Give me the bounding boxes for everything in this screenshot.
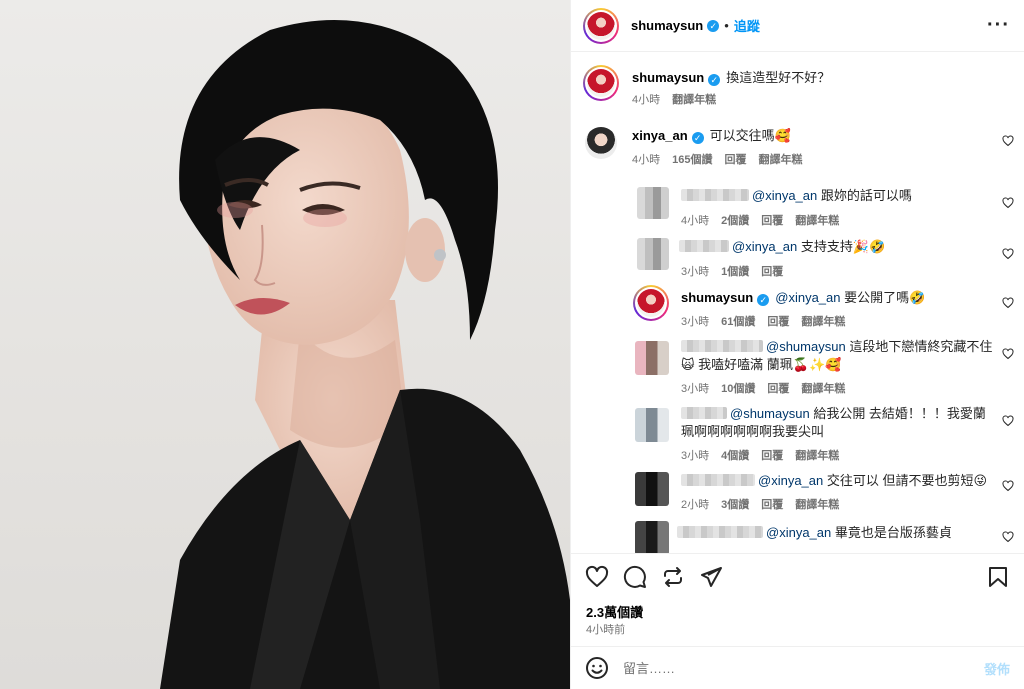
comment-text: 跟妳的話可以嗎 [820, 188, 912, 203]
like-comment-icon[interactable] [1002, 415, 1014, 427]
comment-username[interactable]: shumaysun [681, 290, 753, 305]
comment-text: 要公開了嗎🤣 [844, 290, 926, 305]
comment-text: 支持支持🎉🤣 [800, 239, 886, 254]
like-comment-icon[interactable] [1002, 197, 1014, 209]
comment-likes[interactable]: 165個讚 [672, 151, 712, 167]
verified-icon: ✓ [707, 19, 720, 32]
blurred-username [677, 526, 763, 538]
comment-composer: 發佈 [571, 646, 1024, 689]
reply-button[interactable]: 回覆 [724, 151, 746, 167]
post-header: shumaysun ✓ • 追蹤 ··· [571, 0, 1024, 52]
reply-button[interactable]: 回覆 [761, 447, 783, 463]
like-comment-icon[interactable] [1002, 135, 1014, 147]
commenter-avatar[interactable] [635, 341, 669, 375]
like-comment-icon[interactable] [1002, 297, 1014, 309]
comment-text: 畢竟也是台版孫藝貞 [834, 525, 952, 540]
mention-link[interactable]: @xinya_an [758, 473, 823, 488]
verified-icon: ✓ [708, 74, 721, 86]
like-comment-icon[interactable] [1002, 531, 1014, 543]
comment-username[interactable]: xinya_an [632, 128, 688, 143]
comment-text: 這段地下戀情終究藏不住 [849, 339, 993, 354]
comment-time: 3小時 [681, 266, 710, 278]
reply-button[interactable]: 回覆 [761, 263, 783, 279]
comment-input[interactable] [623, 660, 984, 676]
translate-link[interactable]: 翻譯年糕 [801, 313, 845, 329]
portrait-image [160, 20, 570, 689]
blurred-username [681, 189, 749, 201]
blurred-username [681, 407, 727, 419]
comments-list[interactable]: shumaysun ✓ 換這造型好不好？ 4小時 翻譯年糕 xinya_an ✓ 可以交… [571, 53, 1024, 553]
blurred-username [681, 474, 755, 486]
comment-text: 交往可以 但請不要也剪短😜 [826, 473, 988, 488]
reply-button[interactable]: 回覆 [767, 380, 789, 396]
comment-likes[interactable]: 1個讚 [721, 263, 749, 279]
comment-likes[interactable]: 2個讚 [721, 212, 749, 228]
more-options-icon[interactable]: ··· [987, 14, 1010, 37]
blurred-username [681, 340, 763, 352]
reply-button[interactable]: 回覆 [761, 212, 783, 228]
mention-link[interactable]: @xinya_an [752, 188, 817, 203]
post-photo[interactable] [0, 0, 570, 689]
like-comment-icon[interactable] [1002, 348, 1014, 360]
verified-icon: ✓ [757, 294, 770, 306]
comment-time: 2小時 [681, 499, 710, 511]
comment-likes[interactable]: 3個讚 [721, 496, 749, 512]
comment-time: 3小時 [681, 383, 710, 395]
translate-link[interactable]: 翻譯年糕 [795, 447, 839, 463]
translate-link[interactable]: 翻譯年糕 [795, 496, 839, 512]
caption-time: 4小時 [632, 94, 661, 106]
comment-text: 可以交往嗎🥰 [709, 128, 791, 143]
separator-dot: • [724, 18, 729, 33]
comment-likes[interactable]: 10個讚 [721, 380, 755, 396]
comment-text-line2: 🙀 我嗑好嗑滿 蘭珮🍒✨🥰 [681, 357, 842, 372]
author-avatar[interactable] [583, 7, 619, 44]
author-username[interactable]: shumaysun [631, 18, 703, 33]
comment-likes[interactable]: 61個讚 [721, 313, 755, 329]
emoji-icon[interactable] [585, 656, 609, 680]
mention-link[interactable]: @shumaysun [730, 406, 810, 421]
commenter-avatar[interactable] [637, 238, 669, 270]
commenter-avatar[interactable] [635, 408, 669, 442]
share-icon[interactable] [699, 565, 723, 589]
mention-link[interactable]: @shumaysun [766, 339, 846, 354]
caption-text: 換這造型好不好？ [726, 70, 831, 85]
blurred-username [679, 240, 729, 252]
follow-button[interactable]: 追蹤 [734, 16, 760, 35]
like-comment-icon[interactable] [1002, 480, 1014, 492]
bookmark-icon[interactable] [986, 565, 1010, 589]
comment-time: 3小時 [681, 316, 710, 328]
caption-avatar[interactable] [583, 65, 619, 101]
commenter-avatar[interactable] [585, 127, 617, 159]
comment-time: 4小時 [632, 154, 661, 166]
reply-button[interactable]: 回覆 [767, 313, 789, 329]
comment-likes[interactable]: 4個讚 [721, 447, 749, 463]
mention-link[interactable]: @xinya_an [766, 525, 831, 540]
action-bar [571, 553, 1024, 599]
commenter-avatar[interactable] [633, 285, 669, 321]
commenter-avatar[interactable] [637, 187, 669, 219]
post-time: 4小時前 [586, 624, 626, 636]
translate-link[interactable]: 翻譯年糕 [758, 151, 802, 167]
like-count[interactable]: 2.3萬個讚 [586, 602, 643, 621]
like-comment-icon[interactable] [1002, 248, 1014, 260]
post-button[interactable]: 發佈 [984, 659, 1010, 678]
commenter-avatar[interactable] [635, 472, 669, 506]
repost-icon[interactable] [661, 565, 685, 589]
translate-link[interactable]: 翻譯年糕 [795, 212, 839, 228]
commenter-avatar[interactable] [635, 521, 669, 553]
post-panel: shumaysun ✓ • 追蹤 ··· shumaysun ✓ 換這造型好不好？ … [570, 0, 1024, 689]
translate-link[interactable]: 翻譯年糕 [672, 91, 716, 107]
comment-time: 4小時 [681, 215, 710, 227]
comment-text-line2: 珮啊啊啊啊啊啊我要尖叫 [681, 424, 825, 439]
comment-icon[interactable] [623, 565, 647, 589]
comment-time: 3小時 [681, 450, 710, 462]
mention-link[interactable]: @xinya_an [732, 239, 797, 254]
like-icon[interactable] [585, 565, 609, 589]
translate-link[interactable]: 翻譯年糕 [801, 380, 845, 396]
caption-username[interactable]: shumaysun [632, 70, 704, 85]
mention-link[interactable]: @xinya_an [775, 290, 840, 305]
verified-icon: ✓ [691, 132, 704, 144]
comment-text: 給我公開 去結婚！！！我愛蘭 [813, 406, 986, 421]
reply-button[interactable]: 回覆 [761, 496, 783, 512]
